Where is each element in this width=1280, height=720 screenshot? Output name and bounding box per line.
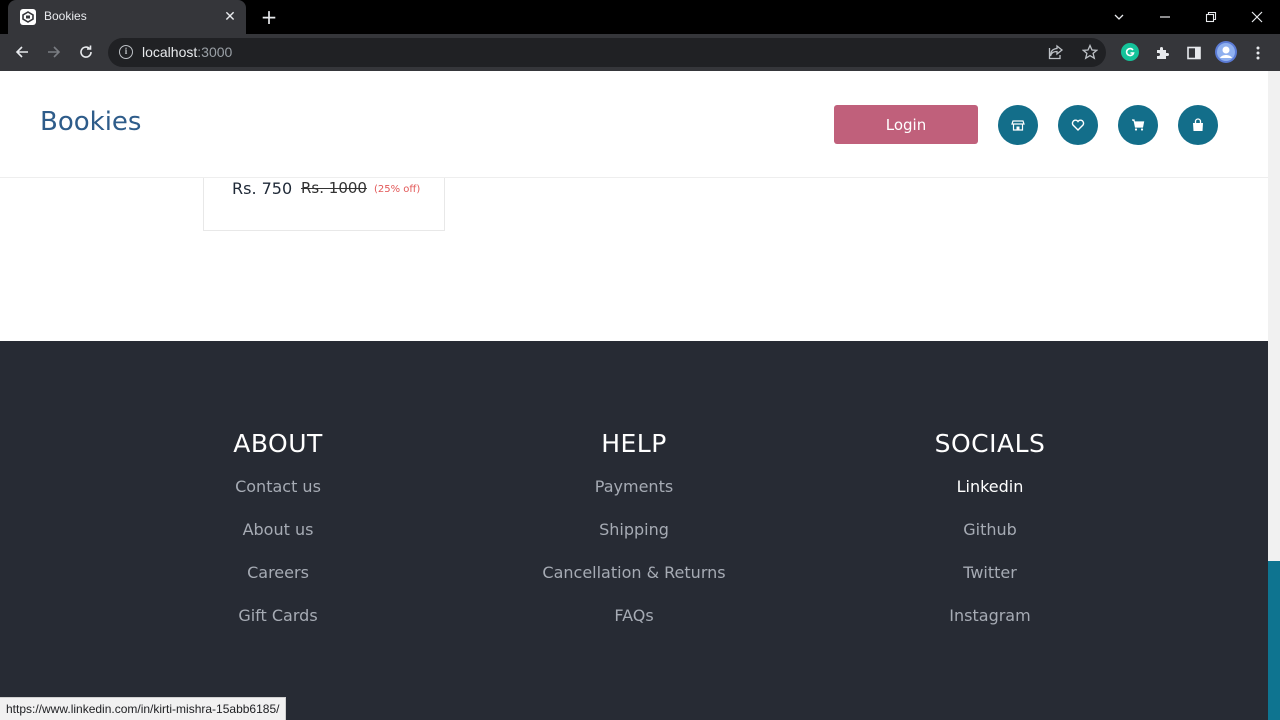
profile-avatar-icon[interactable] <box>1215 41 1237 63</box>
browser-tab-strip: Bookies ✕ + <box>0 0 1280 34</box>
link-status-bar: https://www.linkedin.com/in/kirti-mishra… <box>0 697 287 720</box>
footer-link-shipping[interactable]: Shipping <box>484 515 784 545</box>
close-window-icon[interactable] <box>1234 0 1280 34</box>
browser-menu-icon[interactable] <box>1249 44 1267 62</box>
footer-link-instagram[interactable]: Instagram <box>840 601 1140 631</box>
product-price: Rs. 750 <box>232 179 293 198</box>
footer-link-payments[interactable]: Payments <box>484 472 784 502</box>
footer-link-twitter[interactable]: Twitter <box>840 558 1140 588</box>
product-original-price: Rs. 1000 <box>301 179 367 197</box>
url-text: localhost:3000 <box>142 44 232 60</box>
footer-link-faqs[interactable]: FAQs <box>484 601 784 631</box>
brand-logo[interactable]: Bookies <box>40 107 141 137</box>
scrollbar-thumb[interactable] <box>1268 561 1280 720</box>
site-favicon-icon <box>20 9 36 25</box>
back-icon[interactable] <box>10 40 34 64</box>
tab-title: Bookies <box>44 9 87 23</box>
site-footer: ABOUT Contact us About us Careers Gift C… <box>0 341 1268 720</box>
cart-icon[interactable] <box>1118 105 1158 145</box>
footer-link-about-us[interactable]: About us <box>128 515 428 545</box>
share-icon[interactable] <box>1048 44 1064 60</box>
footer-help-heading: HELP <box>601 429 667 458</box>
tab-search-icon[interactable] <box>1096 0 1142 34</box>
grammarly-icon[interactable] <box>1121 43 1139 61</box>
footer-link-careers[interactable]: Careers <box>128 558 428 588</box>
product-discount: (25% off) <box>374 184 421 195</box>
footer-link-gift-cards[interactable]: Gift Cards <box>128 601 428 631</box>
site-info-icon[interactable]: i <box>119 45 133 59</box>
url-host: localhost <box>142 44 198 60</box>
footer-socials-heading: SOCIALS <box>934 429 1046 458</box>
address-bar[interactable]: i localhost:3000 <box>108 38 1106 67</box>
footer-link-github[interactable]: Github <box>840 515 1140 545</box>
login-button[interactable]: Login <box>834 105 978 144</box>
new-tab-icon[interactable]: + <box>258 6 280 28</box>
browser-tab[interactable]: Bookies ✕ <box>8 0 246 34</box>
store-icon[interactable] <box>998 105 1038 145</box>
footer-help-column: HELP Payments Shipping Cancellation & Re… <box>484 429 784 631</box>
extensions-icon[interactable] <box>1153 44 1171 62</box>
forward-icon[interactable] <box>42 40 66 64</box>
footer-link-contact-us[interactable]: Contact us <box>128 472 428 502</box>
footer-socials-column: SOCIALS Linkedin Github Twitter Instagra… <box>840 429 1140 631</box>
reload-icon[interactable] <box>74 40 98 64</box>
restore-icon[interactable] <box>1188 0 1234 34</box>
web-page: Bookies Login Rs. 750 Rs. 1000 (25% off)… <box>0 71 1268 720</box>
heart-icon[interactable] <box>1058 105 1098 145</box>
footer-about-column: ABOUT Contact us About us Careers Gift C… <box>128 429 428 631</box>
close-tab-icon[interactable]: ✕ <box>222 9 238 25</box>
url-port: :3000 <box>197 44 233 60</box>
footer-link-linkedin[interactable]: Linkedin <box>840 472 1140 502</box>
site-header: Bookies Login <box>0 71 1268 178</box>
footer-link-cancellation-returns[interactable]: Cancellation & Returns <box>484 558 784 588</box>
bag-icon[interactable] <box>1178 105 1218 145</box>
browser-toolbar: i localhost:3000 <box>0 34 1280 71</box>
minimize-icon[interactable] <box>1142 0 1188 34</box>
footer-about-heading: ABOUT <box>233 429 323 458</box>
bookmark-star-icon[interactable] <box>1081 43 1099 60</box>
side-panel-icon[interactable] <box>1185 44 1203 62</box>
